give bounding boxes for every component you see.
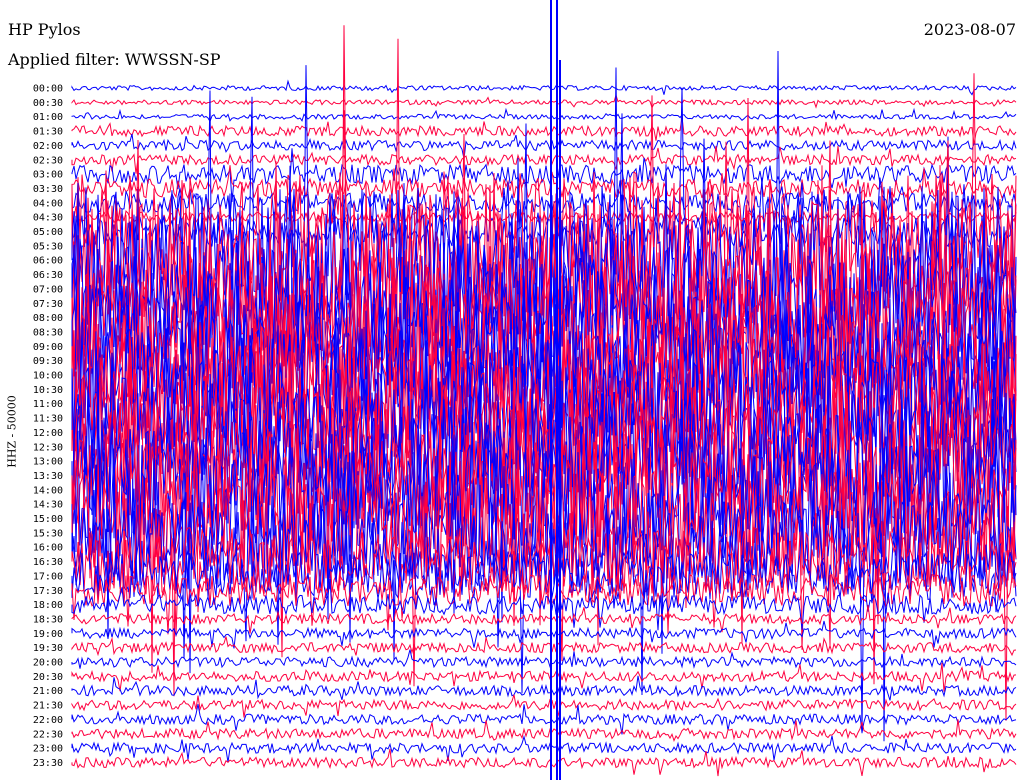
trace-line-0130 <box>71 117 1017 145</box>
time-tick-label: 11:30 <box>33 414 63 425</box>
time-tick-label: 07:30 <box>33 299 63 310</box>
time-tick-label: 08:30 <box>33 327 63 338</box>
time-tick-label: 13:00 <box>33 457 63 468</box>
time-tick-label: 06:30 <box>33 270 63 281</box>
time-tick-label: 09:00 <box>33 342 63 353</box>
time-tick-label: 02:30 <box>33 155 63 166</box>
time-tick-label: 12:00 <box>33 428 63 439</box>
time-tick-label: 06:00 <box>33 256 63 267</box>
time-tick-label: 21:00 <box>33 686 63 697</box>
date-label: 2023-08-07 <box>923 20 1016 39</box>
time-tick-label: 09:30 <box>33 356 63 367</box>
station-title: HP Pylos <box>8 20 81 39</box>
time-tick-label: 14:30 <box>33 500 63 511</box>
time-tick-label: 23:00 <box>33 744 63 755</box>
time-tick-label: 18:00 <box>33 600 63 611</box>
trace-line-2130 <box>71 694 1017 718</box>
time-tick-label: 22:30 <box>33 729 63 740</box>
time-tick-label: 00:30 <box>33 98 63 109</box>
time-tick-label: 05:00 <box>33 227 63 238</box>
time-tick-label: 02:00 <box>33 141 63 152</box>
time-tick-label: 16:00 <box>33 543 63 554</box>
trace-line-0100 <box>71 107 1017 123</box>
time-tick-label: 14:00 <box>33 485 63 496</box>
time-tick-label: 13:30 <box>33 471 63 482</box>
time-tick-label: 12:30 <box>33 442 63 453</box>
time-tick-label: 05:30 <box>33 241 63 252</box>
trace-line-0000 <box>71 79 1017 96</box>
time-tick-label: 16:30 <box>33 557 63 568</box>
time-tick-label: 19:30 <box>33 643 63 654</box>
channel-label: HHZ - 50000 <box>5 395 19 468</box>
time-tick-label: 01:00 <box>33 112 63 123</box>
time-tick-label: 15:30 <box>33 528 63 539</box>
time-tick-label: 18:30 <box>33 614 63 625</box>
filter-label: Applied filter: WWSSN-SP <box>8 50 221 69</box>
time-tick-label: 03:00 <box>33 170 63 181</box>
time-tick-label: 19:00 <box>33 629 63 640</box>
time-tick-label: 00:00 <box>33 84 63 95</box>
trace-group <box>71 0 1017 780</box>
trace-line-2330 <box>71 748 1017 777</box>
time-tick-label: 20:30 <box>33 672 63 683</box>
time-label-group: 00:00 00:30 01:00 01:30 02:00 02:30 03:00 03:30… <box>33 84 63 769</box>
time-tick-label: 03:30 <box>33 184 63 195</box>
time-tick-label: 11:00 <box>33 399 63 410</box>
time-tick-label: 10:30 <box>33 385 63 396</box>
time-tick-label: 08:00 <box>33 313 63 324</box>
time-tick-label: 04:00 <box>33 198 63 209</box>
time-tick-label: 23:30 <box>33 758 63 769</box>
time-tick-label: 07:00 <box>33 284 63 295</box>
trace-line-2300 <box>71 734 1017 763</box>
time-tick-label: 10:00 <box>33 371 63 382</box>
trace-line-0030 <box>71 93 1017 110</box>
trace-line-2230 <box>71 719 1017 743</box>
time-tick-label: 21:30 <box>33 701 63 712</box>
helicorder-plot: 00:00 00:30 01:00 01:30 02:00 02:30 03:00 03:30… <box>33 0 1017 780</box>
time-tick-label: 22:00 <box>33 715 63 726</box>
time-tick-label: 20:00 <box>33 658 63 669</box>
time-tick-label: 04:30 <box>33 213 63 224</box>
time-tick-label: 15:00 <box>33 514 63 525</box>
trace-line-0230 <box>71 145 1017 174</box>
time-tick-label: 01:30 <box>33 127 63 138</box>
time-tick-label: 17:30 <box>33 586 63 597</box>
time-tick-label: 17:00 <box>33 571 63 582</box>
